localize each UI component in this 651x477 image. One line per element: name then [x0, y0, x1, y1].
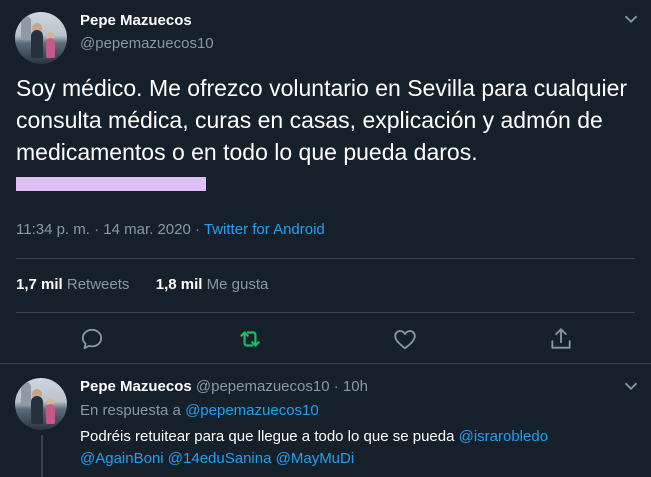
main-tweet: Pepe Mazuecos @pepemazuecos10 Soy médico… — [0, 0, 651, 364]
mention-link[interactable]: @israrobledo — [459, 428, 548, 445]
divider — [16, 258, 635, 259]
reply-icon[interactable] — [79, 326, 105, 352]
author-handle[interactable]: @pepemazuecos10 — [80, 35, 214, 52]
reply-author-name[interactable]: Pepe Mazuecos — [80, 378, 192, 395]
retweets-stat[interactable]: 1,7 mil Retweets — [16, 276, 129, 293]
avatar[interactable] — [15, 378, 67, 430]
thread-line — [41, 435, 43, 477]
chevron-down-icon[interactable] — [620, 8, 642, 30]
reply-header: Pepe Mazuecos @pepemazuecos10 · 10h — [80, 378, 368, 395]
avatar[interactable] — [15, 12, 67, 64]
mention-link[interactable]: @AgainBoni — [80, 450, 164, 467]
reply-timestamp[interactable]: 10h — [343, 378, 368, 395]
divider — [16, 312, 635, 313]
author-name[interactable]: Pepe Mazuecos — [80, 12, 192, 29]
likes-stat[interactable]: 1,8 mil Me gusta — [156, 276, 269, 293]
in-reply-mention[interactable]: @pepemazuecos10 — [185, 402, 319, 419]
share-icon[interactable] — [548, 326, 574, 352]
mention-link[interactable]: @MayMuDi — [276, 450, 355, 467]
chevron-down-icon[interactable] — [620, 375, 642, 397]
tweet-timestamp[interactable]: 11:34 p. m. · 14 mar. 2020 · — [16, 221, 204, 238]
in-reply-prefix: En respuesta a — [80, 402, 186, 419]
retweets-count: 1,7 mil — [16, 276, 63, 293]
reply-body: Podréis retuitear para que llegue a todo… — [80, 428, 459, 445]
tweet-text: Soy médico. Me ofrezco voluntario en Sev… — [16, 72, 636, 200]
tweet-body: Soy médico. Me ofrezco voluntario en Sev… — [16, 75, 628, 165]
retweet-icon[interactable] — [237, 326, 263, 352]
likes-count: 1,8 mil — [155, 276, 203, 293]
tweet-source[interactable]: Twitter for Android — [204, 221, 325, 238]
retweets-label: Retweets — [66, 276, 130, 293]
separator-dot: · — [329, 378, 343, 395]
reply-author-handle[interactable]: @pepemazuecos10 — [196, 378, 330, 395]
likes-label: Me gusta — [206, 276, 269, 293]
redacted-phone — [16, 176, 206, 191]
mention-link[interactable]: @14eduSanina — [168, 450, 272, 467]
reply-text: Podréis retuitear para que llegue a todo… — [80, 426, 635, 470]
in-reply-to: En respuesta a @pepemazuecos10 — [80, 402, 319, 419]
like-icon[interactable] — [392, 326, 418, 352]
tweet-stats: 1,7 mil Retweets 1,8 mil Me gusta — [16, 276, 268, 293]
tweet-meta: 11:34 p. m. · 14 mar. 2020 · Twitter for… — [16, 221, 325, 238]
